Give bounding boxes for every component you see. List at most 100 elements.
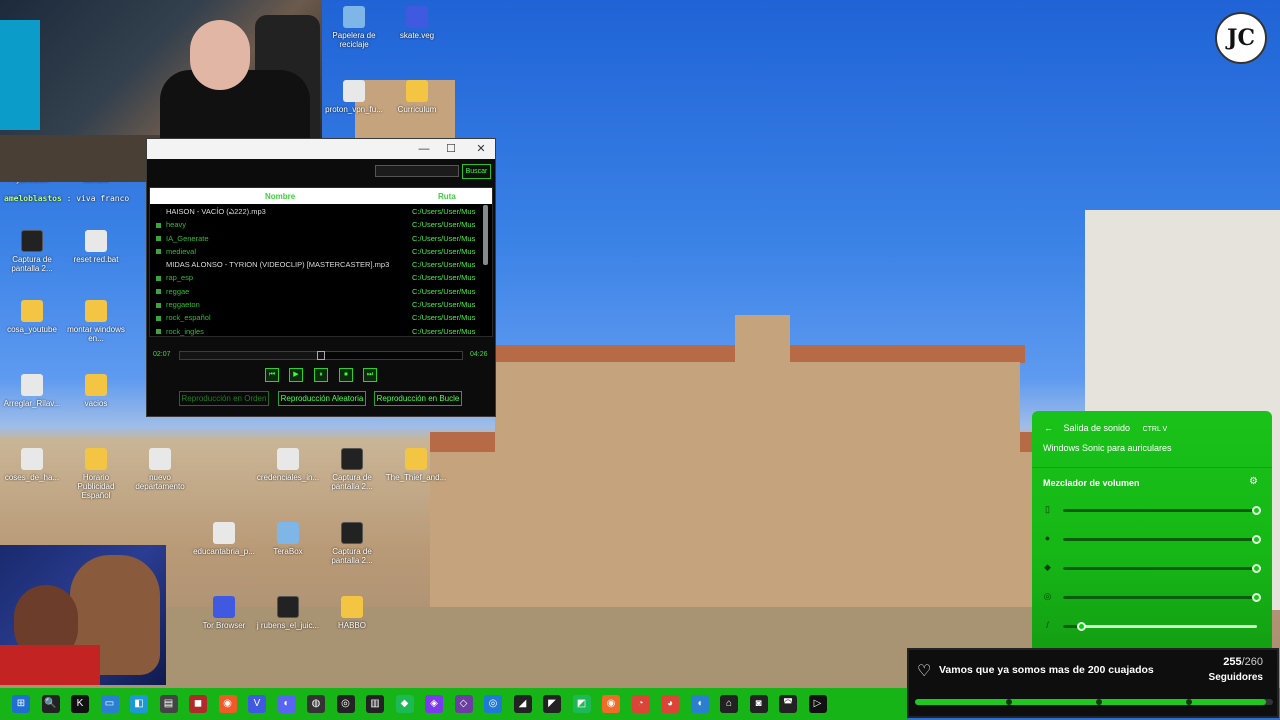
discord-icon[interactable]: ◐ — [277, 695, 296, 713]
search-input[interactable] — [375, 165, 459, 177]
app-icon[interactable]: ◎ — [1042, 591, 1053, 602]
desktop-icon[interactable]: montar windows en... — [64, 300, 128, 343]
player-titlebar: — ☐ ✕ — [147, 139, 495, 159]
volume-slider[interactable] — [1063, 564, 1261, 573]
volume-slider-knob[interactable] — [1252, 506, 1261, 515]
maximize-icon[interactable]: ☐ — [444, 142, 458, 156]
vscode-icon[interactable]: ◎ — [484, 695, 502, 713]
desktop-icon[interactable]: nuevo departamento — [128, 448, 192, 491]
desktop-icon[interactable]: reset red.bat — [64, 230, 128, 264]
volume-slider[interactable] — [1063, 593, 1261, 602]
track-row[interactable]: heavy C:/Users/User/Mus — [150, 217, 492, 230]
desktop-icon[interactable]: ▭ — [100, 695, 119, 713]
back-arrow-icon[interactable]: ← — [1044, 423, 1053, 433]
track-row[interactable]: MIDAS ALONSO - TYRION (VIDEOCLIP) [MASTE… — [150, 257, 492, 270]
desktop-icon[interactable]: skate.veg — [385, 6, 449, 40]
kick-icon[interactable]: K — [71, 695, 89, 713]
app-icon[interactable]: / — [1042, 620, 1053, 631]
desktop-icon[interactable]: Captura de pantalla 2... — [0, 230, 64, 273]
files-icon[interactable]: ▤ — [159, 695, 178, 713]
close-icon[interactable]: ✕ — [474, 142, 488, 156]
next-button[interactable]: ⏭ — [363, 368, 377, 382]
mixer-app-row: ◎ — [1042, 591, 1262, 603]
app-icon[interactable]: ◤ — [543, 695, 561, 713]
chrome-icon[interactable]: ◔ — [631, 695, 650, 713]
desktop-icon[interactable]: Tor Browser — [192, 596, 256, 630]
track-row[interactable]: rock_ingles C:/Users/User/Mus — [150, 324, 492, 336]
desktop-icon[interactable]: Arreglar_Rilav... — [0, 374, 64, 408]
desktop-icon[interactable]: HABBO — [320, 596, 384, 630]
track-list-scrollbar[interactable] — [483, 205, 488, 265]
desktop-icon[interactable]: coses_de_ha... — [0, 448, 64, 482]
app-icon[interactable]: ◈ — [425, 695, 443, 713]
pause-button[interactable]: ⏸ — [314, 368, 328, 382]
track-row[interactable]: rap_esp C:/Users/User/Mus — [150, 270, 492, 283]
app-icon[interactable]: ◢ — [513, 695, 532, 713]
desktop-icon[interactable]: TeraBox — [256, 522, 320, 556]
track-row[interactable]: HAISON - VACÍO (ఎ222).mp3 C:/Users/User/M… — [150, 204, 492, 217]
desktop-icon[interactable]: vacios — [64, 374, 128, 408]
track-row[interactable]: rock_español C:/Users/User/Mus — [150, 310, 492, 323]
track-row[interactable]: reggae C:/Users/User/Mus — [150, 284, 492, 297]
brave-icon[interactable]: ◉ — [602, 695, 620, 713]
volume-slider-knob[interactable] — [1252, 535, 1261, 544]
desktop-icon[interactable]: The_Thief_and... — [384, 448, 448, 482]
previous-button[interactable]: ⏮ — [265, 368, 279, 382]
volume-slider-knob[interactable] — [1077, 622, 1087, 631]
volume-slider[interactable] — [1063, 622, 1257, 631]
app-icon[interactable]: ◖ — [690, 695, 709, 713]
volume-slider-knob[interactable] — [1252, 593, 1261, 602]
desktop-icon[interactable]: Captura de pantalla 2... — [320, 448, 384, 491]
column-route[interactable]: Ruta — [438, 192, 456, 201]
minimize-icon[interactable]: — — [417, 142, 431, 156]
start-icon[interactable]: ⊞ — [12, 695, 30, 713]
terminal-icon[interactable]: ▷ — [808, 695, 827, 713]
track-row[interactable]: reggaeton C:/Users/User/Mus — [150, 297, 492, 310]
desktop-icon[interactable]: j rubens_el_juic... — [256, 596, 320, 630]
vegas-icon[interactable]: V — [248, 695, 266, 713]
visual-studio-icon[interactable]: ◇ — [454, 695, 473, 713]
app-icon[interactable]: ◆ — [1042, 562, 1053, 573]
desktop-icon[interactable]: cosa_youtube — [0, 300, 64, 334]
volume-slider[interactable] — [1063, 535, 1261, 544]
volume-slider-fill — [1063, 509, 1257, 512]
seek-bar-knob[interactable] — [317, 351, 325, 360]
shuffle-button[interactable]: Reproducción Aleatoria — [278, 391, 366, 406]
stop-button[interactable]: ⏹ — [339, 368, 353, 382]
app-orange-icon[interactable]: ◉ — [218, 695, 237, 713]
desktop-icon[interactable]: Papelera de reciclaje — [322, 6, 386, 49]
chrome-icon[interactable]: ◕ — [661, 695, 679, 713]
app-icon[interactable]: ◙ — [749, 695, 768, 713]
app-icon[interactable]: ● — [1042, 533, 1053, 544]
desktop-icon[interactable]: Captura de pantalla 2... — [320, 522, 384, 565]
app-icon[interactable]: ◚ — [779, 695, 797, 713]
track-row[interactable]: IA_Generate C:/Users/User/Mus — [150, 231, 492, 244]
obs-icon[interactable]: ◍ — [307, 695, 325, 713]
desktop-icon[interactable]: proton_vpn_fu... — [322, 80, 386, 114]
app-icon[interactable]: ◎ — [336, 695, 355, 713]
desktop-icon[interactable]: Horario Publicidad Español — [64, 448, 128, 500]
desktop-icon[interactable]: credenciales_in... — [256, 448, 320, 482]
search-button[interactable]: Buscar — [462, 164, 491, 179]
play-button[interactable]: ▶ — [289, 368, 303, 382]
spotify-icon[interactable]: ◩ — [572, 695, 591, 713]
jetbrains-icon[interactable]: ◼ — [189, 695, 207, 713]
volume-slider[interactable] — [1063, 506, 1261, 515]
desktop-icon[interactable]: educantabria_p... — [192, 522, 256, 556]
app-icon[interactable]: ▯ — [1042, 504, 1053, 515]
loop-button[interactable]: Reproducción en Bucle — [374, 391, 462, 406]
search-icon[interactable]: 🔍 — [41, 695, 60, 713]
gear-icon[interactable]: ⚙ — [1249, 476, 1258, 487]
output-device-item[interactable]: Windows Sonic para auriculares — [1043, 443, 1172, 453]
track-row[interactable]: medieval C:/Users/User/Mus — [150, 244, 492, 257]
app-green-icon[interactable]: ◆ — [395, 695, 414, 713]
volume-slider-knob[interactable] — [1252, 564, 1261, 573]
play-in-order-button[interactable]: Reproducción en Orden — [179, 391, 269, 406]
desktop-icon[interactable]: Curriculum — [385, 80, 449, 114]
seek-bar[interactable] — [179, 351, 463, 360]
app-icon[interactable]: ⌂ — [720, 695, 738, 713]
app-icon[interactable]: ▥ — [366, 695, 384, 713]
app-icon[interactable]: ◧ — [130, 695, 148, 713]
track-name-text: rock_ingles — [166, 326, 204, 336]
column-name[interactable]: Nombre — [265, 192, 295, 201]
